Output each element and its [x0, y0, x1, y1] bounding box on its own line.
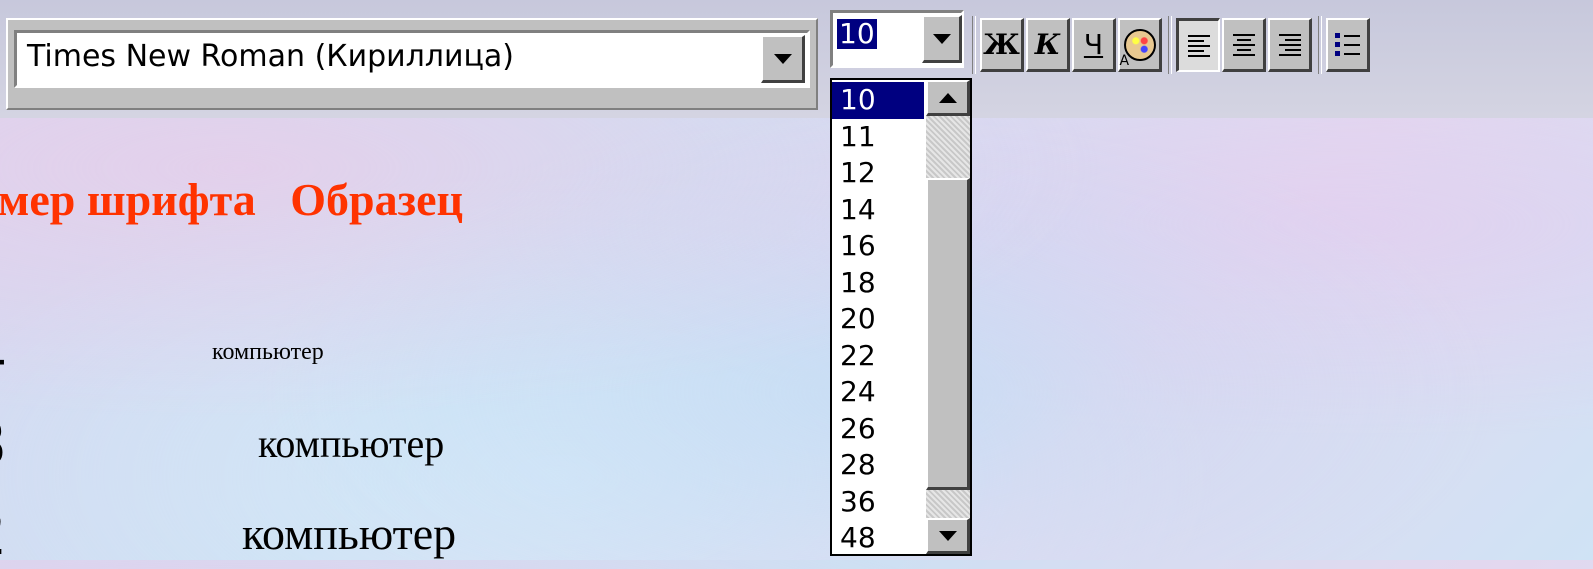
font-size-option[interactable]: 16: [832, 228, 924, 265]
font-size-option[interactable]: 24: [832, 374, 924, 411]
sample-word: компьютер: [242, 508, 457, 559]
font-name-panel: Times New Roman (Кириллица): [6, 18, 818, 110]
scroll-down-button[interactable]: [926, 518, 970, 554]
toolbar-separator: [1318, 16, 1322, 74]
font-color-icon: [1120, 28, 1156, 69]
font-size-option[interactable]: 11: [832, 119, 924, 156]
scroll-up-button[interactable]: [926, 80, 970, 116]
sample-word: компьютер: [212, 339, 324, 365]
font-size-option[interactable]: 48: [832, 520, 924, 557]
font-size-option[interactable]: 36: [832, 484, 924, 521]
font-size-option[interactable]: 26: [832, 411, 924, 448]
align-center-icon: [1232, 33, 1255, 56]
align-right-icon: [1278, 33, 1301, 56]
font-size-option[interactable]: 10: [832, 82, 924, 119]
bullet-list-icon: [1335, 33, 1360, 56]
sample-word: компьютер: [258, 421, 445, 466]
bold-button-label: Ж: [983, 28, 1020, 61]
align-center-button[interactable]: [1222, 18, 1266, 72]
toolbar-separator: [972, 16, 976, 74]
chevron-up-icon: [938, 92, 957, 103]
font-size-option[interactable]: 22: [832, 338, 924, 375]
underline-button-label: Ч: [1083, 28, 1104, 61]
font-color-button[interactable]: [1118, 18, 1162, 72]
chevron-down-icon: [932, 33, 951, 44]
font-size-option[interactable]: 18: [832, 265, 924, 302]
font-size-option[interactable]: 20: [832, 301, 924, 338]
font-size-dropdown-button[interactable]: [922, 15, 962, 63]
align-left-icon: [1187, 34, 1210, 57]
font-size-option[interactable]: 14: [832, 192, 924, 229]
bullet-list-button[interactable]: [1326, 18, 1370, 72]
font-size-option[interactable]: 12: [832, 155, 924, 192]
chevron-down-icon: [773, 53, 792, 64]
font-name-value: Times New Roman (Кириллица): [27, 39, 514, 74]
slide-heading: мер шрифта Образец: [0, 174, 464, 225]
font-size-combobox[interactable]: 10: [830, 10, 964, 68]
font-size-option[interactable]: 28: [832, 447, 924, 484]
italic-button[interactable]: К: [1026, 18, 1070, 72]
bold-button[interactable]: Ж: [980, 18, 1024, 72]
font-size-value: 10: [837, 17, 877, 50]
italic-button-label: К: [1034, 28, 1061, 61]
chevron-down-icon: [938, 530, 957, 541]
scrollbar-thumb[interactable]: [926, 178, 970, 490]
toolbar-separator: [1168, 16, 1172, 74]
align-left-button[interactable]: [1176, 18, 1220, 72]
font-size-scrollbar[interactable]: [926, 80, 970, 554]
underline-button[interactable]: Ч: [1072, 18, 1116, 72]
font-name-combobox[interactable]: Times New Roman (Кириллица): [14, 30, 810, 88]
size-number: 2: [0, 500, 5, 566]
align-right-button[interactable]: [1268, 18, 1312, 72]
font-name-dropdown-button[interactable]: [761, 35, 805, 83]
font-size-list: 10 11 12 14 16 18 20 22 24 26 28 36 48: [830, 78, 972, 556]
size-number: 4: [0, 320, 5, 386]
size-number: 8: [0, 410, 5, 476]
